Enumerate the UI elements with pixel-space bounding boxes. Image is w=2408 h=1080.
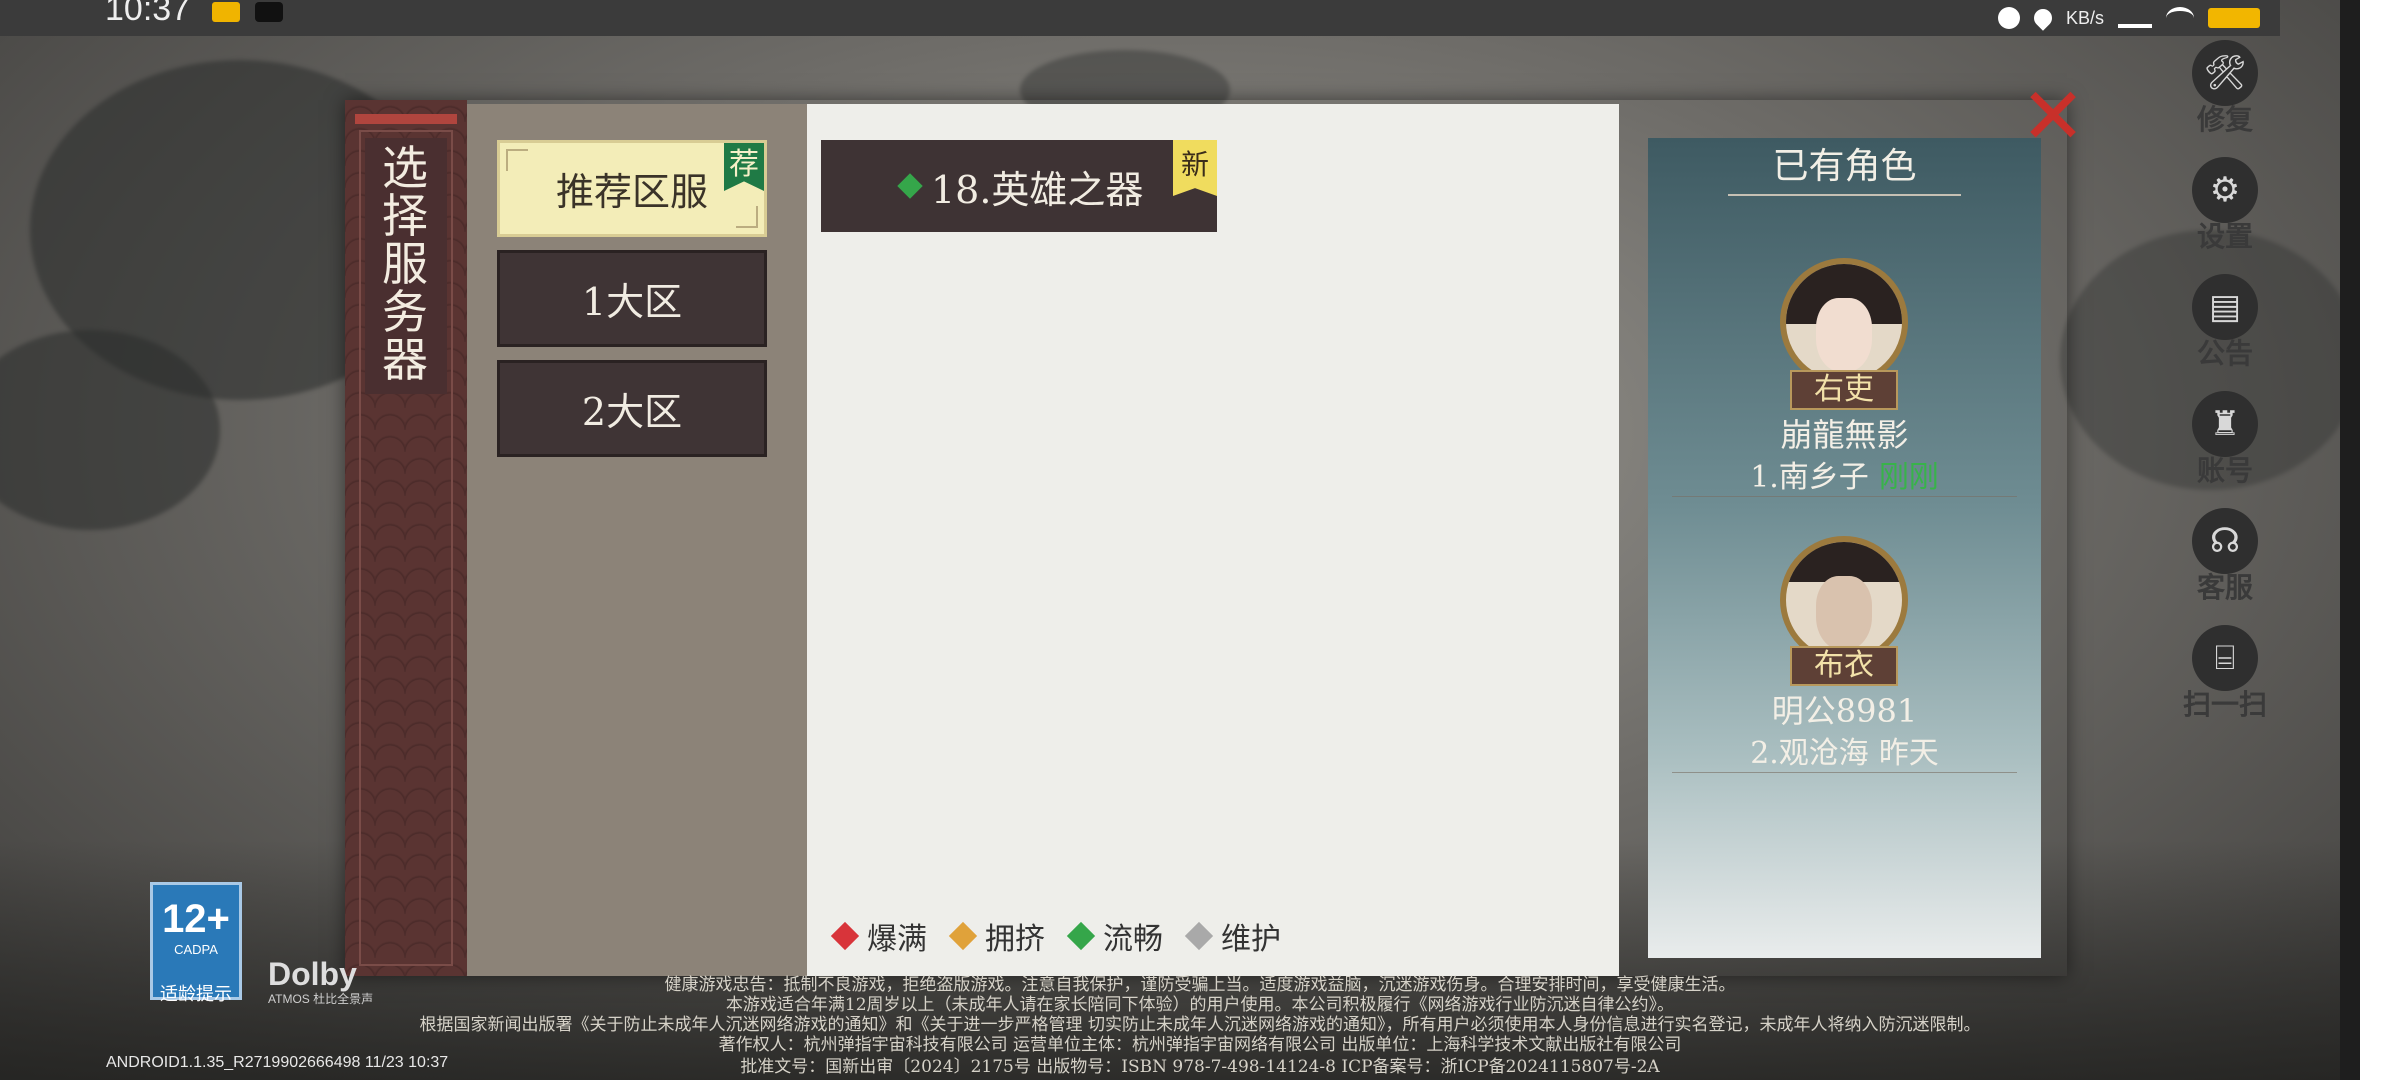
divider — [1672, 496, 2017, 497]
menu-account[interactable]: ♜ 账号 — [2180, 387, 2270, 504]
server-list: 18.英雄之器 新 爆满 拥挤 流畅 维护 — [807, 104, 1619, 976]
title-char: 务 — [382, 285, 430, 339]
menu-label: 账号 — [2196, 454, 2253, 487]
zone-label: 1大区 — [581, 280, 683, 324]
title-char: 选 — [382, 141, 430, 195]
divider — [1672, 772, 2017, 773]
gear-icon: ⚙ — [2192, 157, 2258, 223]
recommend-badge: 荐 — [724, 143, 764, 191]
menu-label: 扫一扫 — [2182, 688, 2267, 721]
alarm-icon — [1997, 7, 2020, 29]
legend-item: 流畅 — [1066, 914, 1163, 958]
menu-notice[interactable]: ▤ 公告 — [2180, 270, 2270, 387]
status-diamond-icon — [897, 173, 923, 199]
server-select-dialog: 选择服务器 推荐区服 荐 1大区 2大区 18.英雄之器 新 爆满 拥挤 流畅 … — [345, 100, 2067, 976]
status-bar: 10:37 KB/s — [0, 0, 2280, 36]
existing-roles-panel: 已有角色 右吏 崩龍無影 1.南乡子 刚刚 布衣 明公8981 2.观沧海 昨天 — [1648, 138, 2041, 958]
menu-label: 客服 — [2196, 571, 2253, 604]
title-char: 选择服务器 — [365, 144, 447, 384]
character-name: 明公8981 — [1771, 692, 1918, 730]
zone-list: 推荐区服 荐 1大区 2大区 — [467, 104, 807, 976]
portrait-face — [1816, 298, 1872, 372]
smooth-diamond-icon — [1066, 921, 1096, 951]
wifi-icon — [2166, 7, 2194, 29]
screen-edge-white — [2360, 0, 2408, 1080]
character-server: 1.南乡子 刚刚 — [1648, 452, 2041, 496]
title-accent — [355, 114, 457, 124]
legend-label: 流畅 — [1103, 922, 1163, 957]
dialog-title: 选择服务器 — [365, 138, 447, 394]
version-info: ANDROID1.1.35_R2719902666498 11/23 10:37 — [106, 1054, 449, 1071]
notice-icon: ▤ — [2192, 274, 2258, 340]
wrench-icon: 🛠 — [2192, 40, 2258, 106]
character-server-name: 2.观沧海 — [1750, 736, 1869, 771]
battery-icon — [2208, 8, 2260, 28]
character-portrait — [1780, 536, 1908, 664]
title-char: 器 — [382, 333, 430, 387]
new-badge: 新 — [1173, 140, 1217, 196]
scan-icon: ⌸ — [2192, 625, 2258, 691]
portrait-face — [1816, 576, 1872, 650]
character-portrait — [1780, 258, 1908, 386]
last-login: 昨天 — [1878, 736, 1939, 771]
title-char: 择 — [382, 189, 430, 243]
roles-title: 已有角色 — [1648, 138, 2041, 196]
license-notice: 批准文号：国新出审〔2024〕2175号 出版物号：ISBN 978-7-498… — [740, 1057, 1660, 1077]
legend-item: 维护 — [1184, 914, 1281, 958]
legend-item: 爆满 — [830, 914, 927, 958]
status-legend: 爆满 拥挤 流畅 维护 — [830, 914, 1281, 958]
notification-icon — [212, 2, 240, 22]
menu-label: 修复 — [2196, 103, 2253, 136]
menu-label: 公告 — [2196, 337, 2253, 370]
menu-repair[interactable]: 🛠 修复 — [2180, 36, 2270, 153]
status-right: KB/s — [1997, 0, 2260, 36]
legend-label: 拥挤 — [985, 922, 1045, 957]
character-server: 2.观沧海 昨天 — [1648, 728, 2041, 772]
status-time: 10:37 — [105, 0, 191, 28]
zone-1[interactable]: 1大区 — [497, 250, 767, 347]
close-icon[interactable]: ✕ — [2020, 78, 2086, 156]
character-server-name: 1.南乡子 — [1750, 460, 1869, 495]
location-icon — [2030, 5, 2056, 31]
legend-label: 爆满 — [867, 922, 927, 957]
zone-label: 2大区 — [581, 390, 683, 434]
title-char: 服 — [382, 237, 430, 291]
maintenance-diamond-icon — [1184, 921, 1214, 951]
net-speed: KB/s — [2065, 7, 2104, 28]
age-org: CADPA — [174, 942, 218, 957]
corner-decor — [506, 149, 528, 171]
menu-scan[interactable]: ⌸ 扫一扫 — [2180, 621, 2270, 738]
side-menu: 🛠 修复 ⚙ 设置 ▤ 公告 ♜ 账号 ☊ 客服 ⌸ 扫一扫 — [2180, 36, 2270, 738]
signal-icon — [2118, 8, 2152, 28]
menu-label: 设置 — [2196, 220, 2253, 253]
legend-item: 拥挤 — [948, 914, 1045, 958]
account-icon: ♜ — [2192, 391, 2258, 457]
legend-label: 维护 — [1221, 922, 1281, 957]
menu-service[interactable]: ☊ 客服 — [2180, 504, 2270, 621]
server-item[interactable]: 18.英雄之器 新 — [821, 140, 1217, 232]
menu-settings[interactable]: ⚙ 设置 — [2180, 153, 2270, 270]
character-role: 布衣 — [1790, 646, 1898, 686]
zone-label: 推荐区服 — [555, 170, 708, 214]
zone-2[interactable]: 2大区 — [497, 360, 767, 457]
character-role: 右吏 — [1790, 370, 1898, 410]
age-rating: 12+ — [162, 897, 230, 941]
character-name: 崩龍無影 — [1780, 416, 1909, 454]
busy-diamond-icon — [948, 921, 978, 951]
corner-decor — [736, 206, 758, 228]
age-tip: 适龄提示 — [160, 984, 232, 1004]
headset-icon: ☊ — [2192, 508, 2258, 574]
full-diamond-icon — [830, 921, 860, 951]
dialog-title-bar: 选择服务器 — [345, 100, 467, 976]
tiktok-icon — [255, 2, 283, 22]
last-login: 刚刚 — [1878, 460, 1939, 495]
server-label: 18.英雄之器 — [931, 167, 1144, 212]
zone-recommended[interactable]: 推荐区服 荐 — [497, 140, 767, 237]
